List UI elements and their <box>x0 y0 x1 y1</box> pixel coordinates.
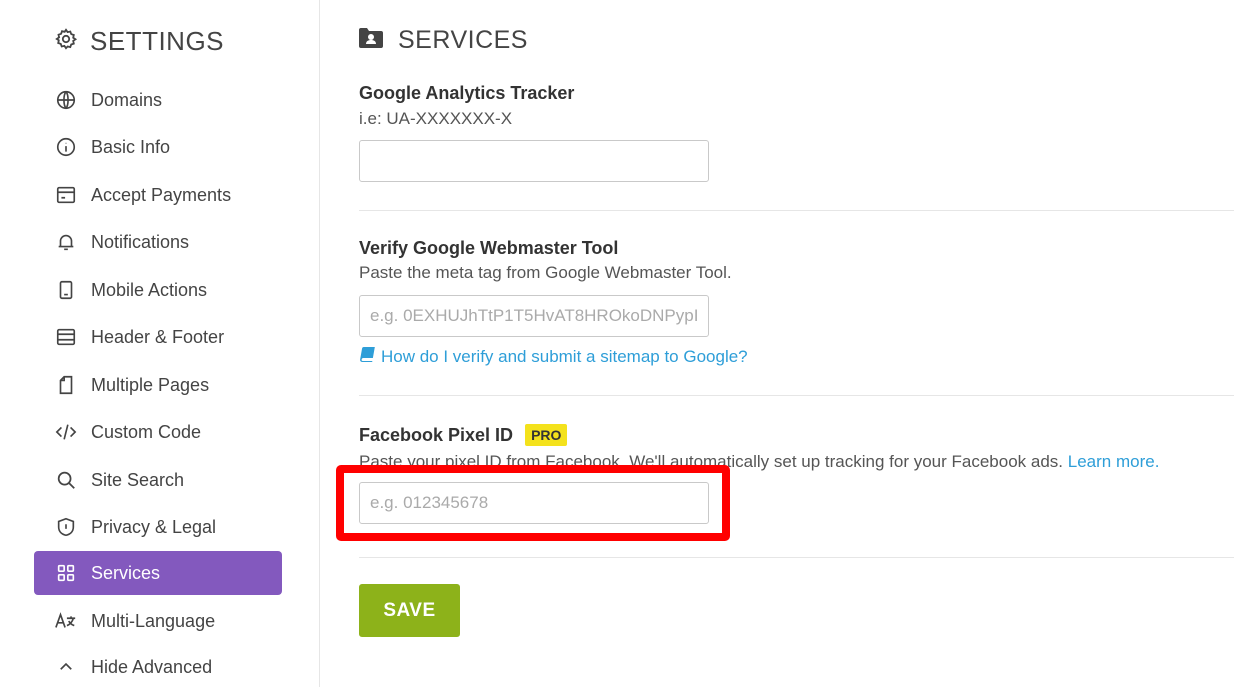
sitemap-help-link-text: How do I verify and submit a sitemap to … <box>381 346 748 366</box>
gear-icon <box>54 27 78 56</box>
facebook-pixel-help: Paste your pixel ID from Facebook. We'll… <box>359 452 1159 472</box>
sidebar-item-domains[interactable]: Domains <box>34 78 282 122</box>
search-icon <box>54 468 78 492</box>
services-panel: SERVICES Google Analytics Tracker i.e: U… <box>320 0 1234 687</box>
sidebar-item-multi-language[interactable]: Multi-Language <box>34 599 282 643</box>
sidebar-title: SETTINGS <box>90 26 225 56</box>
mobile-icon <box>54 278 78 302</box>
sidebar-item-label: Multi-Language <box>91 610 216 631</box>
sidebar-item-label: Multiple Pages <box>91 374 210 395</box>
sidebar-item-custom-code[interactable]: Custom Code <box>34 410 282 454</box>
facebook-pixel-label: Facebook Pixel ID PRO <box>359 424 568 446</box>
translate-icon <box>54 609 78 633</box>
sidebar-item-accept-payments[interactable]: Accept Payments <box>34 173 282 217</box>
sidebar-item-mobile-actions[interactable]: Mobile Actions <box>34 268 282 312</box>
sidebar-item-multiple-pages[interactable]: Multiple Pages <box>34 363 282 407</box>
sidebar-header: SETTINGS <box>54 26 224 57</box>
shield-icon <box>54 515 78 539</box>
sidebar-item-label: Site Search <box>91 469 185 490</box>
facebook-pixel-help-text: Paste your pixel ID from Facebook. We'll… <box>359 452 1064 471</box>
sidebar-item-label: Notifications <box>91 231 190 252</box>
sidebar-item-label: Services <box>91 562 161 583</box>
globe-icon <box>54 88 78 112</box>
chevron-up-icon <box>54 655 78 679</box>
page-title-text: SERVICES <box>398 26 528 54</box>
sitemap-help-link[interactable]: How do I verify and submit a sitemap to … <box>359 346 748 367</box>
sidebar-item-label: Custom Code <box>91 421 202 442</box>
card-icon <box>54 183 78 207</box>
sidebar-item-label: Header & Footer <box>91 326 225 347</box>
sidebar-item-label: Basic Info <box>91 136 171 157</box>
sidebar-item-label: Mobile Actions <box>91 279 208 300</box>
google-analytics-label-text: Google Analytics Tracker <box>359 83 575 103</box>
pro-badge: PRO <box>525 424 568 446</box>
code-icon <box>54 420 78 444</box>
sidebar-item-services[interactable]: Services <box>34 551 282 595</box>
learn-more-link[interactable]: Learn more. <box>1068 452 1160 471</box>
sidebar-item-hide-advanced[interactable]: Hide Advanced <box>34 645 282 687</box>
divider <box>359 557 1234 558</box>
sidebar-item-label: Domains <box>91 89 163 110</box>
sidebar-item-label: Privacy & Legal <box>91 516 217 537</box>
bell-icon <box>54 230 78 254</box>
webmaster-input[interactable] <box>359 295 709 337</box>
facebook-pixel-label-text: Facebook Pixel ID <box>359 424 514 445</box>
webmaster-help: Paste the meta tag from Google Webmaster… <box>359 263 732 282</box>
google-analytics-input[interactable] <box>359 140 709 182</box>
sidebar-item-label: Accept Payments <box>91 184 232 205</box>
grid-icon <box>54 561 78 585</box>
sidebar-item-privacy-legal[interactable]: Privacy & Legal <box>34 505 282 549</box>
settings-sidebar: SETTINGS Domains Basic Info Accept Payme… <box>0 0 320 687</box>
book-icon <box>359 346 375 367</box>
info-icon <box>54 135 78 159</box>
sidebar-item-header-footer[interactable]: Header & Footer <box>34 315 282 359</box>
sidebar-item-site-search[interactable]: Site Search <box>34 458 282 502</box>
page-title: SERVICES <box>358 26 528 55</box>
google-analytics-label: Google Analytics Tracker <box>359 83 574 104</box>
facebook-pixel-input[interactable] <box>359 482 709 524</box>
sidebar-item-notifications[interactable]: Notifications <box>34 220 282 264</box>
save-button[interactable]: SAVE <box>359 584 460 637</box>
contact-folder-icon <box>358 27 384 54</box>
pages-icon <box>54 373 78 397</box>
sidebar-item-label: Hide Advanced <box>91 656 213 677</box>
divider <box>359 395 1234 396</box>
webmaster-label-text: Verify Google Webmaster Tool <box>359 238 619 258</box>
google-analytics-help: i.e: UA-XXXXXXX-X <box>359 109 513 128</box>
divider <box>359 210 1234 211</box>
webmaster-label: Verify Google Webmaster Tool <box>359 238 618 259</box>
sidebar-item-basic-info[interactable]: Basic Info <box>34 125 282 169</box>
layout-icon <box>54 325 78 349</box>
